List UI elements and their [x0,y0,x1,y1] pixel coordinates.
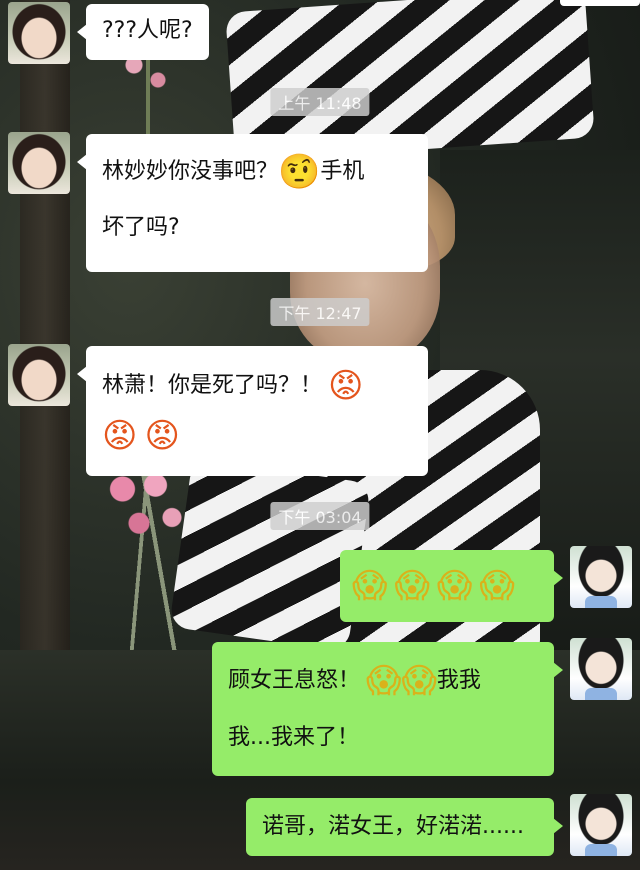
message-text: 林妙妙你没事吧？ [102,159,279,184]
message-timestamp: 下午 12:47 [270,298,370,326]
screaming-face-emoji-icon: 😱 [436,566,473,606]
contact-avatar[interactable] [8,2,70,64]
angry-face-emoji-icon: 😡 [102,416,138,456]
incoming-message-bubble[interactable]: 林萧！你是死了吗？！ 😡 😡 😡 [77,346,428,476]
contact-avatar[interactable] [8,344,70,406]
screaming-face-emoji-icon: 😱 [479,566,515,606]
angry-face-emoji-icon: 😡 [144,416,180,456]
message-text: 林萧！你是死了吗？！ [102,373,323,398]
screaming-face-emoji-icon: 😱 [394,566,430,606]
incoming-message-bubble[interactable]: ???人呢? [77,4,209,60]
message-timestamp: 下午 03:04 [270,502,370,530]
message-timestamp: 上午 11:48 [270,88,370,116]
own-avatar[interactable] [570,638,632,700]
message-text: 我我 [436,668,481,693]
angry-face-emoji-icon: 😡 [328,366,364,406]
message-text: ???人呢? [102,18,193,43]
outgoing-message-bubble[interactable]: 顾女王息怒！ 😱😱我我 我...我来了！ [212,642,563,776]
previous-message-bubble-edge [560,0,640,6]
incoming-message-bubble[interactable]: 林妙妙你没事吧？🤨手机 坏了吗? [77,134,428,272]
screaming-face-emoji-icon: 😱 [366,661,402,701]
screaming-face-emoji-icon: 😱 [352,566,388,606]
own-avatar[interactable] [570,546,632,608]
raised-eyebrow-emoji-icon: 🤨 [278,152,321,192]
message-text: 我...我来了！ [228,725,359,750]
own-avatar[interactable] [570,794,632,856]
contact-avatar[interactable] [8,132,70,194]
message-text: 顾女王息怒！ [228,668,361,693]
outgoing-message-bubble[interactable]: 😱 😱 😱 😱 [340,550,563,622]
screaming-face-emoji-icon: 😱 [401,661,437,701]
outgoing-message-bubble[interactable]: 诺哥，渃女王，好渃渃...... [246,798,563,856]
message-text: 坏了吗? [102,215,180,240]
message-text: 手机 [320,159,365,184]
message-text: 诺哥，渃女王，好渃渃...... [262,814,524,839]
